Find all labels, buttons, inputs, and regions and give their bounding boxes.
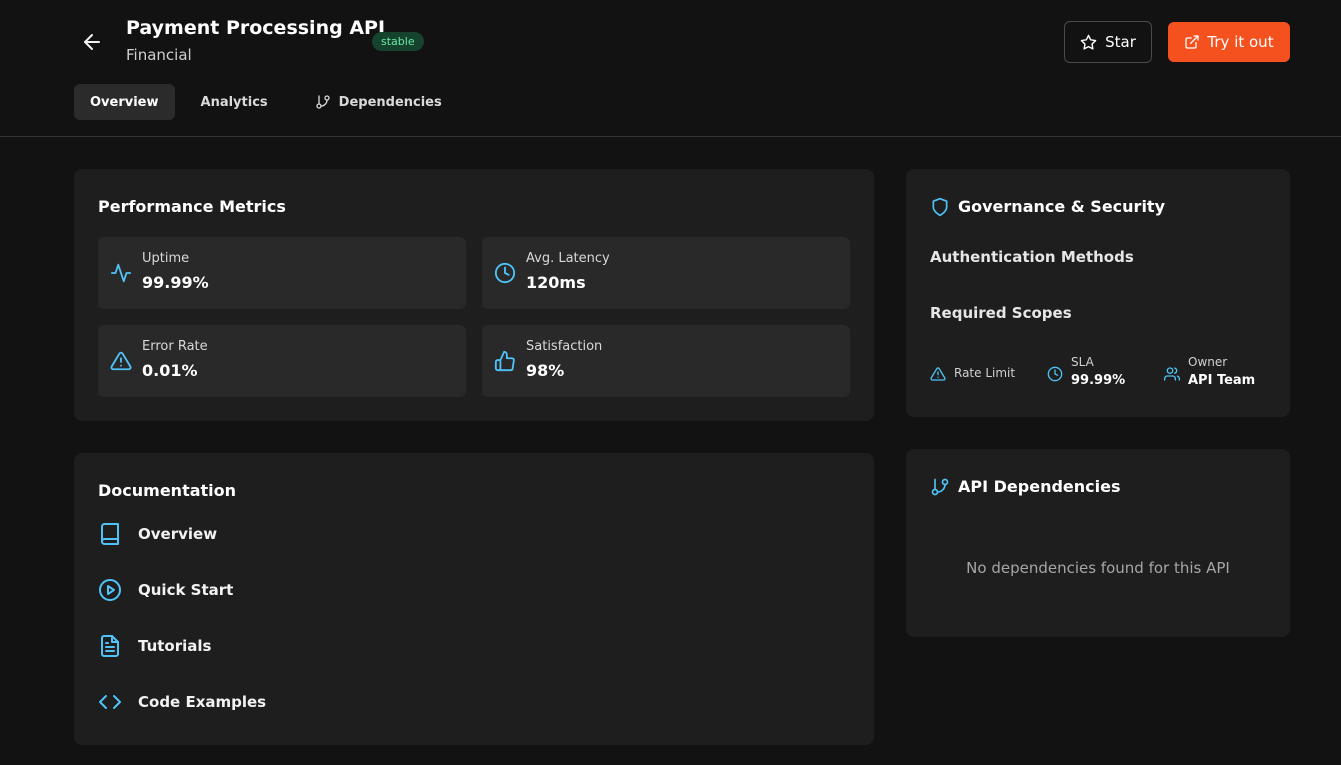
play-circle-icon [98,578,122,602]
performance-metrics-title: Performance Metrics [98,197,286,216]
metric-value: 99.99% [142,273,209,292]
tab-bar: Overview Analytics Dependencies [74,84,458,120]
git-branch-icon [930,477,950,497]
star-icon [1080,34,1097,51]
thumbs-up-icon [494,350,516,372]
page-title: Payment Processing API [126,17,386,39]
metric-uptime: Uptime 99.99% [98,237,466,309]
try-button-label: Try it out [1207,33,1274,51]
star-button[interactable]: Star [1064,21,1152,63]
git-branch-icon [315,94,331,110]
metric-value: 98% [526,361,565,380]
metric-value: 0.01% [142,361,198,380]
file-text-icon [98,634,122,658]
required-scopes-heading: Required Scopes [930,304,1072,322]
metric-error-rate: Error Rate 0.01% [98,325,466,397]
page-header: Payment Processing API stable Financial … [0,0,1341,137]
owner-label: Owner [1188,355,1228,369]
metric-value: 120ms [526,273,586,292]
book-icon [98,522,122,546]
metric-latency: Avg. Latency 120ms [482,237,850,309]
owner-value: API Team [1188,373,1256,388]
tab-label: Dependencies [338,94,442,110]
metric-label: Avg. Latency [526,251,610,266]
rate-limit-label: Rate Limit [954,366,1016,380]
documentation-title: Documentation [98,481,237,500]
tab-overview[interactable]: Overview [74,84,175,120]
arrow-left-icon [80,30,104,54]
performance-metrics-card: Performance Metrics Uptime 99.99% Avg. L… [74,169,874,421]
doc-link-overview[interactable]: Overview [98,521,398,547]
alert-triangle-icon [930,366,948,384]
doc-link-code-examples[interactable]: Code Examples [98,689,398,715]
governance-card: Governance & Security Authentication Met… [906,169,1290,417]
external-link-icon [1184,34,1200,50]
documentation-card: Documentation Overview Quick Start Tutor… [74,453,874,745]
tab-label: Overview [90,94,159,110]
users-icon [1164,366,1182,384]
api-dependencies-title: API Dependencies [958,477,1121,496]
auth-methods-heading: Authentication Methods [930,248,1134,266]
metric-label: Satisfaction [526,339,603,354]
code-icon [98,690,122,714]
activity-icon [110,262,132,284]
doc-link-label: Code Examples [138,693,267,711]
clock-icon [494,262,516,284]
api-category: Financial [126,46,192,64]
doc-link-tutorials[interactable]: Tutorials [98,633,398,659]
star-button-label: Star [1105,33,1136,51]
alert-triangle-icon [110,350,132,372]
shield-icon [930,197,950,217]
doc-link-quick-start[interactable]: Quick Start [98,577,398,603]
tab-label: Analytics [200,94,268,110]
doc-link-label: Tutorials [138,637,212,655]
governance-title: Governance & Security [958,197,1166,216]
metric-satisfaction: Satisfaction 98% [482,325,850,397]
clock-icon [1047,366,1065,384]
doc-link-label: Overview [138,525,218,543]
empty-state-message: No dependencies found for this API [966,559,1230,577]
metric-label: Error Rate [142,339,208,354]
status-badge: stable [372,32,424,51]
sla-value: 99.99% [1071,373,1126,388]
metric-label: Uptime [142,251,190,266]
tab-dependencies[interactable]: Dependencies [299,84,458,120]
sla-label: SLA [1071,355,1094,369]
api-dependencies-card: API Dependencies No dependencies found f… [906,449,1290,637]
tab-analytics[interactable]: Analytics [185,84,284,120]
doc-link-label: Quick Start [138,581,234,599]
back-button[interactable] [80,30,104,54]
try-it-out-button[interactable]: Try it out [1168,22,1290,62]
